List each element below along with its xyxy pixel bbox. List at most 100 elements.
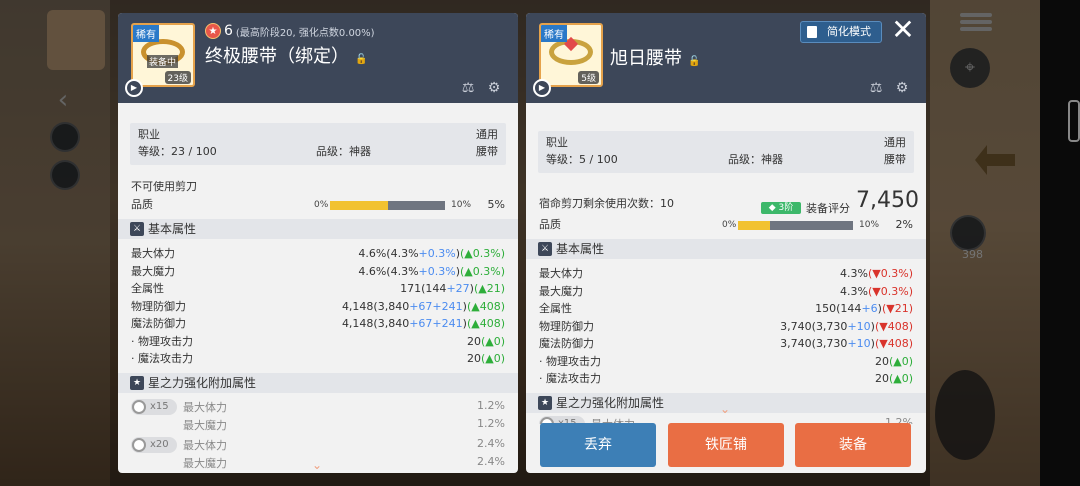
screen-edge xyxy=(1040,0,1080,486)
stat-diff: (▲0) xyxy=(480,352,505,365)
play-icon[interactable]: ▶ xyxy=(125,79,143,97)
star-attr-title: 星之力强化附加属性 xyxy=(556,396,665,410)
panel-body: 职业 通用 等级：5 / 100 品级：神器 腰带 宿命剪刀剩余使用次数：10 ◆ 3… xyxy=(526,103,926,473)
stat-name: 最大魔力 xyxy=(131,264,175,278)
basic-attr-title: 基本属性 xyxy=(556,242,605,256)
tier-badge: ◆ 3阶 xyxy=(761,202,801,214)
stat-base: 171(144 xyxy=(400,282,447,295)
quality-bar-fill xyxy=(330,201,388,210)
quality-label: 品质 xyxy=(131,198,153,211)
stat-row: 最大魔力 4.6%(4.3%+0.3%)(▲0.3%) xyxy=(131,264,505,280)
discard-button[interactable]: 丢弃 xyxy=(540,423,656,467)
stat-value: 150(144+6)(▼21) xyxy=(815,301,913,317)
stat-diff: (▼21) xyxy=(881,302,913,315)
stat-diff: (▲0) xyxy=(480,334,505,348)
item-icon: 稀有 5级 xyxy=(539,23,603,87)
blacksmith-button[interactable]: 铁匠铺 xyxy=(668,423,784,467)
item-name-text: 终极腰带（绑定） xyxy=(205,46,349,67)
item-icon: 稀有 装备中 23级 xyxy=(131,23,195,87)
side-handle xyxy=(1068,100,1080,142)
sf-val: 1.2% xyxy=(477,399,505,412)
equip-button[interactable]: 装备 xyxy=(795,423,911,467)
sf-badge: x15 xyxy=(131,399,177,415)
job-label: 职业 xyxy=(546,136,568,149)
stat-diff: (▼0.3%) xyxy=(868,267,913,280)
sf-val: 1.2% xyxy=(477,417,505,430)
stat-bonus: +27 xyxy=(446,282,470,295)
stat-name: · 物理攻击力 xyxy=(539,354,601,368)
basic-attr-header: ⚔ 基本属性 xyxy=(526,239,926,259)
star-attr-header: ★ 星之力强化附加属性 xyxy=(118,373,518,393)
info-box: 职业 通用 等级：23 / 100 品级：神器 腰带 xyxy=(130,123,506,165)
play-icon[interactable]: ▶ xyxy=(533,79,551,97)
job-value: 通用 xyxy=(884,136,906,149)
stat-value: 171(144+27)(▲21) xyxy=(400,281,505,297)
settings-icon[interactable]: ⚙ xyxy=(484,79,504,97)
job-value: 通用 xyxy=(476,128,498,141)
stat-base: 20 xyxy=(874,354,889,368)
quality-bar xyxy=(330,201,445,210)
chevron-down-icon[interactable]: ⌄ xyxy=(311,459,323,471)
stat-row: 全属性 171(144+27)(▲21) xyxy=(131,281,505,297)
stat-row: 全属性 150(144+6)(▼21) xyxy=(539,301,913,317)
panel-header: 稀有 装备中 23级 ▶ ★ 6 (最高阶段20, 强化点数0.00%) 终极腰… xyxy=(118,13,518,103)
quality-bar-fill xyxy=(738,221,771,230)
stat-row: 魔法防御力 3,740(3,730+10)(▼408) xyxy=(539,336,913,352)
level-tag: 23级 xyxy=(164,71,191,84)
lock-icon: 🔓 xyxy=(355,54,368,65)
stat-bonus: +0.3% xyxy=(418,264,456,278)
compare-item-panel: 稀有 5级 ▶ 旭日腰带 🔓 简化模式 ✕ ⚖ ⚙ 职业 通用 等级：5 / 100… xyxy=(526,13,926,473)
sf-badge-label: x15 xyxy=(150,401,169,412)
stat-diff: (▼408) xyxy=(874,337,913,350)
stat-name: 最大体力 xyxy=(539,267,583,280)
stat-base: 4.6%(4.3% xyxy=(358,264,419,278)
stat-value: 4,148(3,840+67+241)(▲408) xyxy=(342,299,505,315)
stat-value: 20(▲0) xyxy=(467,334,505,350)
scale-icon[interactable]: ⚖ xyxy=(866,79,886,97)
stat-base: 4.3% xyxy=(840,284,868,298)
star-circle-icon xyxy=(132,400,146,414)
grade-label: 品级：神器 xyxy=(728,153,783,166)
basic-attr-header: ⚔ 基本属性 xyxy=(118,219,518,239)
level-tag: 5级 xyxy=(578,71,599,84)
stat-name: 魔法防御力 xyxy=(131,317,186,330)
sf-attr: 最大魔力 xyxy=(183,457,227,470)
document-icon xyxy=(807,26,817,38)
stat-bonus: +67+241 xyxy=(409,317,463,330)
chevron-down-icon[interactable]: ⌄ xyxy=(719,403,731,415)
item-name: 终极腰带（绑定） 🔓 xyxy=(205,42,367,68)
item-name: 旭日腰带 🔓 xyxy=(610,44,700,70)
score-value: 7,450 xyxy=(856,188,919,213)
stat-row: · 物理攻击力 20(▲0) xyxy=(131,334,505,350)
score-label: 装备评分 xyxy=(806,202,850,215)
stat-value: 4,148(3,840+67+241)(▲408) xyxy=(342,316,505,332)
stat-diff: (▲0.3%) xyxy=(460,247,505,260)
stat-base: 20 xyxy=(466,352,481,365)
quality-max: 10% xyxy=(451,200,472,210)
settings-icon[interactable]: ⚙ xyxy=(892,79,912,97)
stat-base: 4.3% xyxy=(840,267,868,280)
rarity-tag: 稀有 xyxy=(541,25,567,42)
stat-diff: (▲0) xyxy=(888,354,913,368)
stat-diff: (▲0.3%) xyxy=(460,264,505,278)
lock-icon: 🔓 xyxy=(688,56,701,67)
sf-badge-label: x20 xyxy=(150,439,169,450)
sf-attr: 最大体力 xyxy=(183,439,227,452)
simple-mode-label: 简化模式 xyxy=(827,25,871,38)
star-count: 6 xyxy=(224,23,233,39)
stat-row: 物理防御力 4,148(3,840+67+241)(▲408) xyxy=(131,299,505,315)
stat-row: · 物理攻击力 20(▲0) xyxy=(539,354,913,370)
scale-icon[interactable]: ⚖ xyxy=(458,79,478,97)
info-box: 职业 通用 等级：5 / 100 品级：神器 腰带 xyxy=(538,131,914,173)
quality-bar xyxy=(738,221,853,230)
stat-base: 20 xyxy=(466,334,481,348)
simple-mode-button[interactable]: 简化模式 xyxy=(800,21,882,43)
stat-diff: (▼0.3%) xyxy=(868,284,913,298)
stat-bonus: +67+241 xyxy=(409,299,463,313)
stat-value: 20(▲0) xyxy=(467,351,505,367)
stat-value: 20(▲0) xyxy=(875,371,913,387)
stat-diff: (▲21) xyxy=(473,282,505,295)
equipped-item-panel: 稀有 装备中 23级 ▶ ★ 6 (最高阶段20, 强化点数0.00%) 终极腰… xyxy=(118,13,518,473)
close-icon[interactable]: ✕ xyxy=(888,15,918,45)
stat-row: 最大魔力 4.3%(▼0.3%) xyxy=(539,284,913,300)
